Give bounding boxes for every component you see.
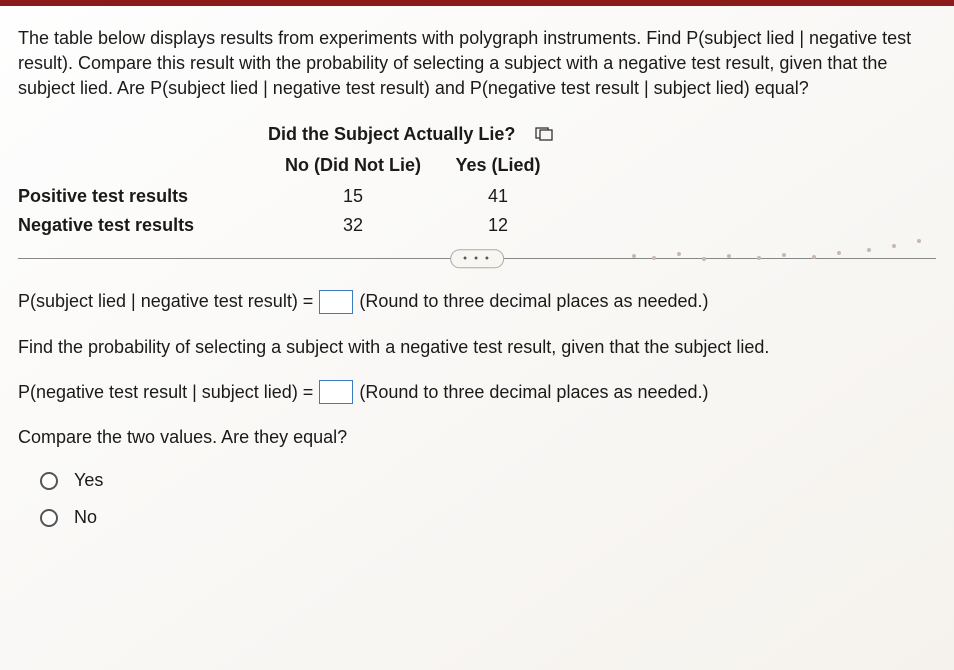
table-main-header: Did the Subject Actually Lie? (268, 122, 515, 147)
radio-label-yes: Yes (74, 468, 103, 493)
answer-line-1: P(subject lied | negative test result) =… (18, 289, 936, 314)
table-row: Negative test results 32 12 (18, 213, 936, 238)
row-label: Negative test results (18, 213, 268, 238)
data-table: Did the Subject Actually Lie? No (Did No… (18, 122, 936, 239)
table-row: Positive test results 15 41 (18, 184, 936, 209)
col-header-no: No (Did Not Lie) (268, 153, 438, 178)
answer3-hint: (Round to three decimal places as needed… (359, 380, 708, 405)
answer-line-3: P(negative test result | subject lied) =… (18, 380, 936, 405)
radio-icon (40, 472, 58, 490)
question-page: The table below displays results from ex… (0, 0, 954, 670)
popout-icon[interactable] (535, 127, 553, 141)
answer-line-2: Find the probability of selecting a subj… (18, 335, 936, 360)
radio-group-compare: Yes No (18, 468, 936, 530)
cell-value: 12 (438, 213, 558, 238)
section-divider: • • • (18, 258, 936, 259)
cell-value: 15 (268, 184, 438, 209)
radio-option-no[interactable]: No (40, 505, 936, 530)
col-header-yes: Yes (Lied) (438, 153, 558, 178)
decorative-dots-icon (624, 236, 944, 276)
row-label: Positive test results (18, 184, 268, 209)
answer3-input[interactable] (319, 380, 353, 404)
question-prompt: The table below displays results from ex… (18, 26, 936, 102)
radio-label-no: No (74, 505, 97, 530)
radio-option-yes[interactable]: Yes (40, 468, 936, 493)
compare-question: Compare the two values. Are they equal? (18, 425, 936, 450)
radio-icon (40, 509, 58, 527)
answer1-input[interactable] (319, 290, 353, 314)
expand-dots-button[interactable]: • • • (450, 249, 504, 268)
cell-value: 32 (268, 213, 438, 238)
answer1-label: P(subject lied | negative test result) = (18, 289, 313, 314)
answer1-hint: (Round to three decimal places as needed… (359, 289, 708, 314)
cell-value: 41 (438, 184, 558, 209)
answer3-label: P(negative test result | subject lied) = (18, 380, 313, 405)
